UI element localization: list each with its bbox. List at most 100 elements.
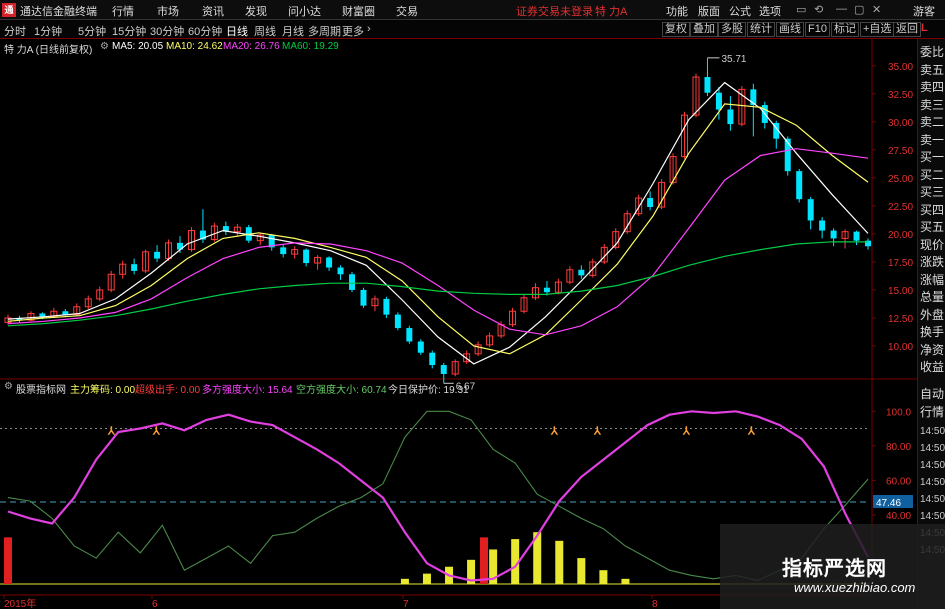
menu-options[interactable]: 选项: [759, 3, 781, 19]
candle-body: [715, 92, 722, 110]
menu-trade[interactable]: 交易: [396, 3, 418, 19]
sidebar-item[interactable]: 涨幅: [920, 273, 945, 287]
sidebar-item[interactable]: 现价: [920, 238, 945, 252]
period-60min[interactable]: 60分钟: [188, 23, 222, 39]
candle-body: [394, 314, 401, 329]
sidebar-item[interactable]: 卖二: [920, 115, 945, 129]
sidebar-item[interactable]: 买二: [920, 168, 945, 182]
sidebar-item[interactable]: 买四: [920, 203, 945, 217]
sidebar-item[interactable]: 卖四: [920, 80, 945, 94]
price-tick-label: 30.00: [888, 118, 913, 129]
period-weekly[interactable]: 周线: [254, 23, 276, 39]
menu-market[interactable]: 市场: [157, 3, 179, 19]
back-button[interactable]: 返回: [893, 22, 921, 37]
candle-body: [578, 269, 585, 276]
close-icon[interactable]: ✕: [872, 3, 881, 16]
sidebar-item[interactable]: 买一: [920, 150, 945, 164]
sidebar-item[interactable]: 涨跌: [920, 255, 945, 269]
candle-body: [796, 171, 803, 200]
candle-body: [131, 264, 138, 271]
candle-body: [326, 257, 333, 268]
sidebar-item[interactable]: 外盘: [920, 308, 945, 322]
menu-function[interactable]: 功能: [666, 3, 688, 19]
ma-line-ma20: [7, 148, 869, 336]
menu-wealth[interactable]: 财富圈: [342, 3, 375, 19]
chip-bar: [577, 558, 586, 584]
x-axis-label: 8: [652, 599, 658, 609]
sidebar-item[interactable]: 总量: [920, 290, 945, 304]
sidebar-item[interactable]: 行情: [920, 405, 945, 419]
price-tick-label: 32.50: [888, 90, 913, 101]
sidebar-item[interactable]: 卖三: [920, 98, 945, 112]
stock-name-title: 特 力A: [595, 6, 628, 18]
sidebar-item[interactable]: 14:50: [920, 493, 945, 507]
overlay-button[interactable]: 叠加: [690, 22, 718, 37]
f10-button[interactable]: F10: [805, 22, 830, 37]
restore-icon[interactable]: ▭: [796, 3, 806, 16]
buy-signal-marker: ⅄: [682, 426, 691, 438]
buy-signal-marker: ⅄: [593, 426, 602, 438]
watermark-title: 指标严选网: [782, 558, 887, 580]
sidebar-item[interactable]: 卖五: [920, 63, 945, 77]
period-multi[interactable]: 多周期: [308, 23, 341, 39]
period-more-chevron-icon[interactable]: ›: [367, 23, 371, 35]
x-axis-label: 7: [403, 599, 409, 609]
sidebar-item[interactable]: 14:50: [920, 425, 945, 439]
candle-body: [830, 230, 837, 239]
menu-news[interactable]: 资讯: [202, 3, 224, 19]
sidebar-item[interactable]: 买三: [920, 185, 945, 199]
candle-body: [819, 220, 826, 231]
price-tick-label: 22.50: [888, 202, 913, 213]
stats-button[interactable]: 统计: [747, 22, 775, 37]
menu-layout[interactable]: 版面: [698, 3, 720, 19]
sidebar-item[interactable]: 14:50: [920, 510, 945, 524]
sidebar-item[interactable]: 卖一: [920, 133, 945, 147]
period-30min[interactable]: 30分钟: [150, 23, 184, 39]
draw-line-button[interactable]: 画线: [776, 22, 804, 37]
mark-button[interactable]: 标记: [831, 22, 859, 37]
price-tick-label: 35.00: [888, 62, 913, 73]
sidebar-item[interactable]: 14:50: [920, 459, 945, 473]
sidebar-item[interactable]: 委比: [920, 45, 945, 59]
period-monthly[interactable]: 月线: [282, 23, 304, 39]
guest-label[interactable]: 游客: [913, 3, 935, 19]
refresh-icon[interactable]: ⟲: [814, 3, 823, 16]
buy-signal-marker: ⅄: [152, 426, 161, 438]
candle-body: [154, 251, 161, 259]
sidebar-item[interactable]: 收益: [920, 360, 945, 374]
menu-quotes[interactable]: 行情: [112, 3, 134, 19]
candle-body: [280, 247, 287, 255]
sidebar-item[interactable]: 14:50: [920, 442, 945, 456]
multi-stock-button[interactable]: 多股: [718, 22, 746, 37]
period-5min[interactable]: 5分钟: [78, 23, 106, 39]
signal-bar: [480, 537, 488, 584]
price-tick-label: 25.00: [888, 174, 913, 185]
sidebar-item[interactable]: 14:50: [920, 476, 945, 490]
period-1min[interactable]: 1分钟: [34, 23, 62, 39]
minimize-icon[interactable]: —: [836, 3, 847, 15]
candle-body: [784, 138, 791, 172]
sidebar-item[interactable]: 买五: [920, 220, 945, 234]
candle-body: [853, 231, 860, 241]
menu-ask[interactable]: 问小达: [288, 3, 321, 19]
period-daily[interactable]: 日线: [226, 23, 248, 39]
sidebar-item[interactable]: 净资: [920, 343, 945, 357]
candle-body: [543, 287, 550, 293]
candle-body: [417, 341, 424, 353]
chip-bar: [400, 578, 409, 584]
adjust-button[interactable]: 复权: [662, 22, 690, 37]
ma-line-ma10: [7, 103, 869, 355]
price-tick-label: 15.00: [888, 286, 913, 297]
login-status[interactable]: 证券交易未登录: [516, 3, 593, 19]
sidebar-item[interactable]: 自动: [920, 387, 945, 401]
period-timeshare[interactable]: 分时: [4, 23, 26, 39]
sidebar-item[interactable]: 换手: [920, 325, 945, 339]
indicator-tick-label: 60.00: [886, 476, 911, 487]
menu-formula[interactable]: 公式: [729, 3, 751, 19]
chip-bar: [422, 573, 431, 584]
menu-discover[interactable]: 发现: [245, 3, 267, 19]
period-more[interactable]: 更多: [342, 23, 364, 39]
maximize-icon[interactable]: ▢: [854, 3, 864, 16]
add-watchlist-button[interactable]: +自选: [860, 22, 895, 37]
period-15min[interactable]: 15分钟: [112, 23, 146, 39]
